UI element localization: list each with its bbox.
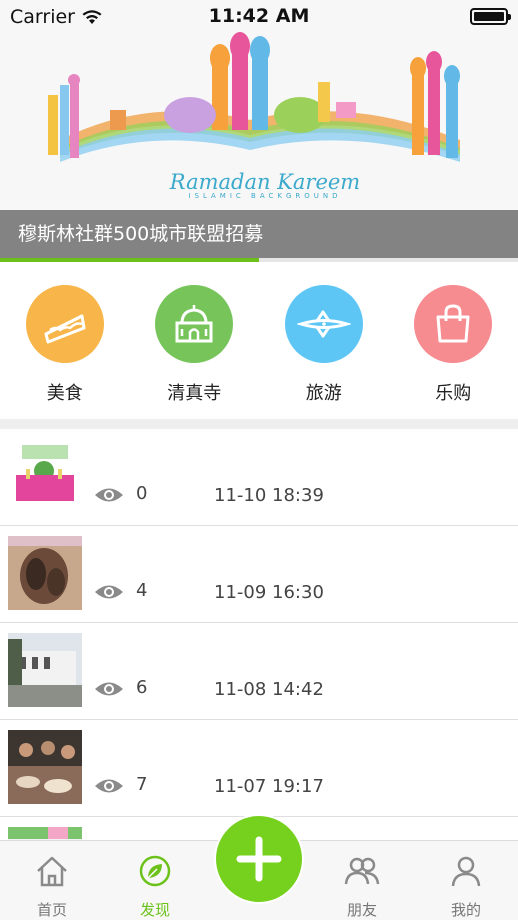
category-shopping[interactable]: 乐购: [398, 285, 508, 405]
post-timestamp: 11-09 16:30: [214, 582, 324, 603]
clock: 11:42 AM: [208, 5, 310, 27]
tab-label: 朋友: [346, 901, 377, 919]
tab-label: 我的: [450, 901, 481, 919]
category-grid: 美食 清真寺 旅游 乐购: [0, 263, 518, 419]
post-thumbnail: [8, 536, 82, 610]
category-label: 乐购: [435, 383, 472, 404]
plus-icon: [236, 836, 282, 882]
banner-caption: 穆斯林社群500城市联盟招募: [0, 210, 518, 258]
post-thumbnail: [8, 439, 82, 513]
friends-icon: [344, 857, 380, 885]
tab-friends[interactable]: 朋友: [312, 841, 412, 920]
shopping-bag-icon: [414, 285, 493, 363]
list-item[interactable]: 4 11-09 16:30: [0, 526, 518, 623]
add-post-button[interactable]: [214, 814, 304, 904]
category-mosque[interactable]: 清真寺: [139, 285, 249, 405]
post-thumbnail: [8, 633, 82, 707]
post-timestamp: 11-10 18:39: [214, 485, 324, 506]
list-item[interactable]: 7 11-07 19:17: [0, 720, 518, 817]
post-timestamp: 11-08 14:42: [214, 679, 324, 700]
tab-home[interactable]: 首页: [2, 841, 102, 920]
tab-profile[interactable]: 我的: [416, 841, 516, 920]
eye-icon: [95, 488, 123, 502]
list-item[interactable]: 0 11-10 18:39: [0, 429, 518, 526]
status-bar: Carrier 11:42 AM: [0, 0, 518, 34]
banner-art-title: Ramadan Kareem: [169, 170, 361, 194]
banner-art-subtitle: ISLAMIC BACKGROUND: [188, 192, 342, 200]
post-thumbnail: [8, 730, 82, 804]
category-label: 旅游: [305, 383, 342, 404]
cake-icon: [25, 285, 104, 363]
post-timestamp: 11-07 19:17: [214, 776, 324, 797]
mosque-icon: [155, 285, 234, 363]
category-label: 美食: [46, 383, 83, 404]
profile-icon: [451, 856, 481, 887]
eye-icon: [95, 779, 123, 793]
category-label: 清真寺: [167, 383, 222, 404]
tab-discover[interactable]: 发现: [105, 841, 205, 920]
view-count: 4: [136, 580, 148, 601]
eye-icon: [95, 585, 123, 599]
view-count: 6: [136, 677, 148, 698]
section-divider: [0, 419, 518, 429]
category-food[interactable]: 美食: [10, 285, 120, 405]
view-count: 0: [136, 483, 148, 504]
view-count: 7: [136, 774, 148, 795]
battery-icon: [470, 8, 511, 25]
screen: { "status_bar": { "carrier": "Carrier", …: [0, 0, 518, 920]
tab-label: 首页: [36, 901, 67, 919]
banner-progress-fill: [0, 258, 259, 262]
tab-label: 发现: [139, 901, 170, 919]
airplane-icon: [284, 285, 363, 363]
list-item[interactable]: 6 11-08 14:42: [0, 623, 518, 720]
banner-carousel[interactable]: Ramadan Kareem ISLAMIC BACKGROUND 穆斯林社群5…: [0, 0, 518, 262]
leaf-icon: [139, 855, 171, 887]
category-travel[interactable]: 旅游: [269, 285, 379, 405]
banner-progress-track: [0, 258, 518, 262]
home-icon: [37, 856, 67, 887]
eye-icon: [95, 682, 123, 696]
